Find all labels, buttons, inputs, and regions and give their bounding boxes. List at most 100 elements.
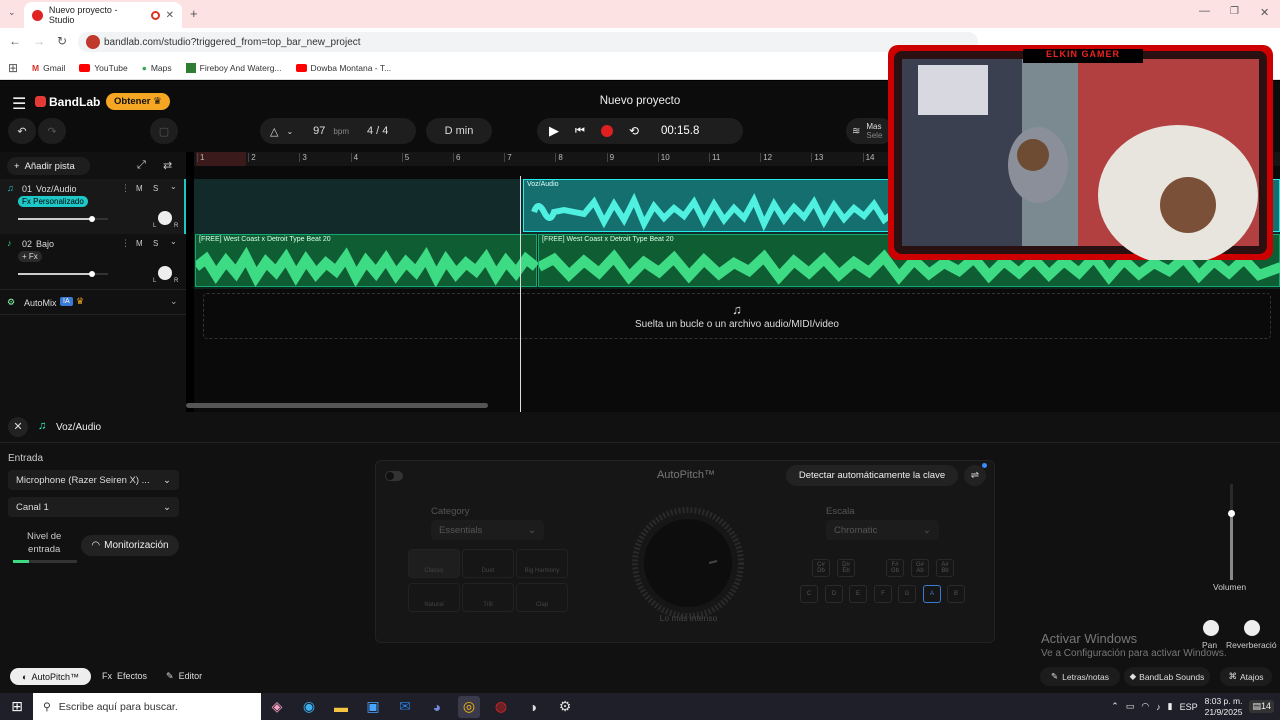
- key-b[interactable]: B: [947, 585, 965, 603]
- key-f[interactable]: F: [874, 585, 892, 603]
- fx-badge[interactable]: Fx Personalizado: [18, 196, 88, 207]
- clock[interactable]: 8:03 p. m. 21/9/2025: [1205, 696, 1243, 718]
- omnibox[interactable]: bandlab.com/studio?triggered_from=top_ba…: [78, 32, 978, 52]
- add-track-button[interactable]: + Añadir pista: [7, 157, 90, 175]
- scale-select[interactable]: Chromatic ⌄: [826, 520, 939, 540]
- pan-knob[interactable]: [158, 266, 172, 280]
- automix-row[interactable]: ⚙ AutoMix IA ♛ ⌄: [0, 289, 186, 315]
- file-explorer-icon[interactable]: ▬: [330, 696, 352, 718]
- tab-list-chevron-icon[interactable]: ⌄: [8, 7, 16, 18]
- horizontal-scrollbar[interactable]: [186, 403, 488, 408]
- taskbar-search[interactable]: ⚲ Escribe aquí para buscar.: [33, 693, 261, 720]
- category-select[interactable]: Essentials ⌄: [431, 520, 544, 540]
- close-window-icon[interactable]: ✕: [1260, 6, 1269, 19]
- record-icon[interactable]: [600, 125, 613, 137]
- network-icon[interactable]: ▭: [1126, 701, 1135, 712]
- volume-slider[interactable]: [18, 271, 108, 277]
- pan-knob[interactable]: [158, 211, 172, 225]
- reload-icon[interactable]: ↻: [57, 34, 67, 48]
- volume-slider[interactable]: [18, 216, 108, 222]
- intensity-knob[interactable]: [631, 506, 746, 621]
- key-selector[interactable]: D min: [426, 118, 492, 144]
- settings-sliders-icon[interactable]: ⇌: [964, 465, 986, 486]
- tray-chevron-icon[interactable]: ⌃: [1111, 701, 1119, 712]
- volume-fader[interactable]: [1228, 484, 1235, 580]
- track-more-icon[interactable]: ⋮: [121, 183, 130, 194]
- metronome-icon[interactable]: △: [270, 125, 278, 138]
- key-e[interactable]: E: [849, 585, 867, 603]
- monitor-button[interactable]: ◠ Monitorización: [81, 535, 179, 556]
- bookmark-dowba[interactable]: Dowba Montana - T...: [295, 63, 391, 73]
- settings-gear-icon[interactable]: ⚙: [554, 696, 576, 718]
- automix-chevron-icon[interactable]: ⌄: [170, 296, 178, 307]
- close-panel-icon[interactable]: ✕: [8, 417, 28, 437]
- solo-button[interactable]: S: [153, 184, 158, 193]
- key-d[interactable]: D: [825, 585, 843, 603]
- skip-back-icon[interactable]: ⏮: [575, 125, 585, 138]
- back-icon[interactable]: ←: [9, 34, 21, 48]
- mute-button[interactable]: M: [136, 239, 143, 248]
- bpm-value[interactable]: 97: [313, 125, 325, 137]
- loop-icon[interactable]: ⟲: [629, 124, 639, 138]
- site-info-icon[interactable]: [86, 35, 100, 49]
- key-c[interactable]: C: [800, 585, 818, 603]
- obs-icon[interactable]: ◑: [522, 696, 544, 718]
- track-more-icon[interactable]: ⋮: [121, 238, 130, 249]
- chrome-icon[interactable]: ◎: [458, 695, 480, 718]
- preset-duet[interactable]: Duet: [462, 549, 514, 578]
- redo-icon[interactable]: ↷: [38, 118, 66, 144]
- key-fs[interactable]: F# Gb: [886, 559, 904, 577]
- apps-grid-icon[interactable]: ⊞: [8, 61, 18, 75]
- bookmark-maps[interactable]: ● Maps: [142, 63, 172, 73]
- key-as[interactable]: A# Bb: [936, 559, 954, 577]
- tab-effects[interactable]: Fx Efectos: [102, 671, 147, 681]
- outlook-icon[interactable]: ✉: [394, 696, 416, 718]
- close-tab-icon[interactable]: ✕: [166, 10, 174, 21]
- bookmark-fireboy[interactable]: Fireboy And Waterg...: [185, 62, 282, 73]
- preset-natural[interactable]: Natural: [408, 583, 460, 612]
- track-header-voz[interactable]: ♫ 01 Voz/Audio ⋮ M S ⌄ Fx Personalizado …: [0, 179, 186, 234]
- time-signature[interactable]: 4 / 4: [367, 125, 388, 137]
- volume-icon[interactable]: ♪: [1156, 702, 1161, 712]
- input-device-select[interactable]: Microphone (Razer Seiren X) ... ⌄: [8, 470, 179, 490]
- lock-icon[interactable]: ▢: [150, 118, 178, 144]
- preset-big-harmony[interactable]: Big Harmony: [516, 549, 568, 578]
- mute-button[interactable]: M: [136, 184, 143, 193]
- reverb-knob[interactable]: [1244, 620, 1260, 636]
- audio-region-beat-1[interactable]: [FREE] West Coast x Detroit Type Beat 20: [195, 234, 538, 287]
- solo-button[interactable]: S: [153, 239, 158, 248]
- new-tab-icon[interactable]: +: [190, 6, 198, 21]
- track-name[interactable]: Voz/Audio: [36, 184, 77, 194]
- expand-chevron-icon[interactable]: ⌄: [170, 182, 177, 191]
- playhead[interactable]: [520, 176, 521, 412]
- shortcuts-button[interactable]: ⌘ Atajos: [1220, 667, 1272, 686]
- tab-editor[interactable]: ✎ Editor: [166, 671, 202, 682]
- preset-trill[interactable]: Trill: [462, 583, 514, 612]
- metronome-chevron-icon[interactable]: ⌄: [286, 127, 293, 136]
- detect-key-button[interactable]: Detectar automáticamente la clave: [786, 465, 958, 486]
- forward-icon[interactable]: →: [33, 34, 45, 48]
- expand-chevron-icon[interactable]: ⌄: [170, 237, 177, 246]
- browser-tab[interactable]: Nuevo proyecto - Studio ✕: [24, 2, 182, 28]
- tab-autopitch[interactable]: ◐ AutoPitch™: [10, 668, 91, 685]
- drop-zone[interactable]: ♫ Suelta un bucle o un archivo audio/MID…: [203, 293, 1271, 339]
- wifi-icon[interactable]: ◠: [1141, 701, 1149, 712]
- minimize-icon[interactable]: —: [1199, 5, 1210, 17]
- bookmark-gmail[interactable]: M Gmail: [32, 63, 65, 73]
- key-cs[interactable]: C# Db: [812, 559, 830, 577]
- key-gs[interactable]: G# Ab: [911, 559, 929, 577]
- key-ds[interactable]: D# Eb: [837, 559, 855, 577]
- wand-icon[interactable]: ⤢: [137, 159, 146, 172]
- edge-icon[interactable]: ◉: [298, 696, 320, 718]
- battery-icon[interactable]: ▮: [1168, 701, 1173, 712]
- store-icon[interactable]: ▣: [362, 696, 384, 718]
- bookmark-youtube[interactable]: YouTube: [79, 63, 128, 73]
- preset-classic[interactable]: Classic: [408, 549, 460, 578]
- bandlab-app-icon[interactable]: ◍: [490, 696, 512, 718]
- volume-thumb[interactable]: [88, 271, 95, 277]
- key-a[interactable]: A: [923, 585, 941, 603]
- volume-thumb[interactable]: [88, 216, 95, 222]
- key-g[interactable]: G: [898, 585, 916, 603]
- restore-icon[interactable]: ❐: [1230, 6, 1239, 17]
- fit-icon[interactable]: ⇄: [163, 159, 172, 172]
